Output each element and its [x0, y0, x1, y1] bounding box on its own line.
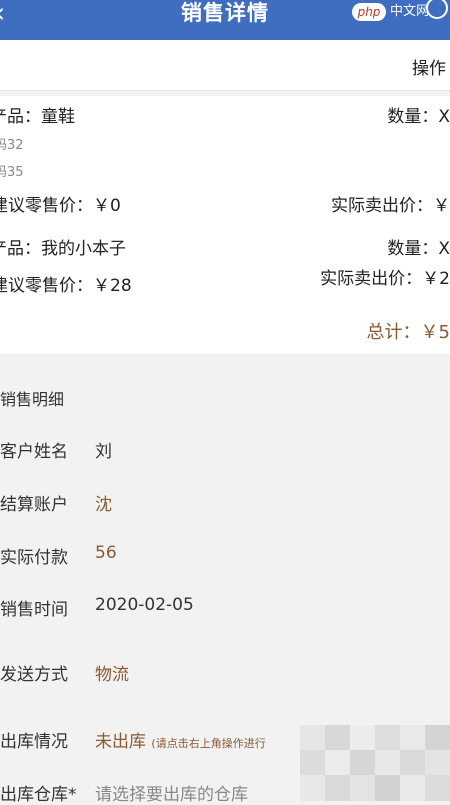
- section-title: 销售明细: [0, 390, 65, 409]
- customer-name-value: 刘: [95, 442, 112, 462]
- product-quantity: 数量：X: [387, 239, 450, 259]
- product-quantity: 数量：X: [387, 107, 450, 127]
- operate-button[interactable]: 操作: [412, 54, 446, 79]
- actual-sale-price: 实际卖出价：￥: [331, 196, 450, 216]
- product-name: 产品：童鞋: [0, 107, 75, 127]
- settlement-account-value[interactable]: 沈: [95, 490, 112, 515]
- watermark-text: 中文网: [390, 4, 430, 19]
- field-label-account: 结算账户: [0, 495, 68, 515]
- field-label-warehouse: 出库仓库*: [0, 785, 77, 805]
- toolbar: 操作: [0, 40, 450, 91]
- warehouse-select[interactable]: 请选择要出库的仓库: [95, 780, 248, 805]
- outbound-status-value: 未出库 (请点击右上角操作进行: [95, 727, 266, 752]
- outbound-hint: (请点击右上角操作进行: [151, 737, 266, 750]
- outbound-status-text: 未出库: [95, 732, 146, 752]
- watermark-logo: php: [352, 3, 386, 21]
- product-card: 产品：童鞋 数量：X 码32 码35 建议零售价：￥0 实际卖出价：￥: [0, 96, 450, 225]
- total-row: 总计：￥5: [0, 304, 450, 354]
- app-header: ‹ 销售详情 php 中文网: [0, 0, 450, 40]
- total-amount: 总计：￥5: [366, 322, 450, 343]
- shipping-method-value[interactable]: 物流: [95, 660, 129, 685]
- actual-payment-value[interactable]: 56: [95, 543, 117, 563]
- field-label-outbound-status: 出库情况: [0, 732, 68, 752]
- field-label-sale-time: 销售时间: [0, 600, 68, 620]
- product-spec: 码32: [0, 138, 24, 153]
- product-card: 产品：我的小本子 实际卖出价：￥2 数量：X 建议零售价：￥28: [0, 224, 450, 305]
- actual-sale-price: 实际卖出价：￥2: [320, 269, 450, 289]
- field-label-customer: 客户姓名: [0, 442, 68, 462]
- blurred-area: [300, 725, 450, 801]
- field-label-payment: 实际付款: [0, 548, 68, 568]
- product-spec: 码35: [0, 165, 24, 180]
- product-name: 产品：我的小本子: [0, 239, 126, 259]
- suggested-retail-price: 建议零售价：￥28: [0, 276, 132, 296]
- suggested-retail-price: 建议零售价：￥0: [0, 196, 121, 216]
- sale-time-value: 2020-02-05: [95, 595, 194, 615]
- field-label-shipping: 发送方式: [0, 665, 68, 685]
